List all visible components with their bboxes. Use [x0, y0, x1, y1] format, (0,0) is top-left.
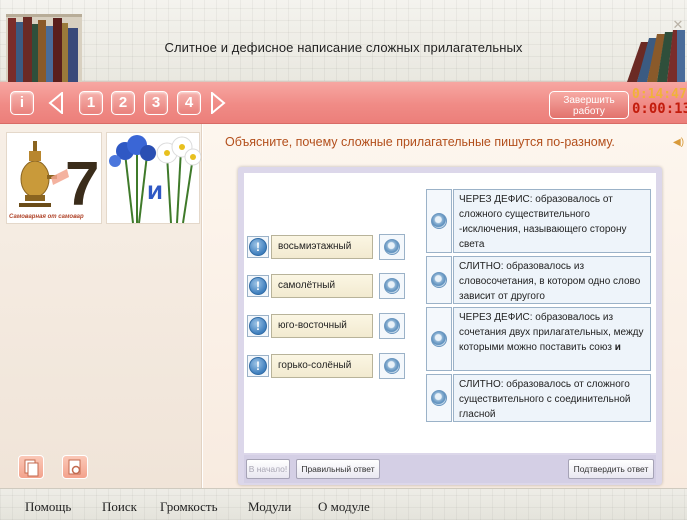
menu-help[interactable]: Помощь	[25, 499, 71, 515]
samovar-thumbnail[interactable]: 7 Самоварная от самовар	[6, 132, 102, 224]
word-connector-dot[interactable]	[384, 358, 400, 374]
flowers-image: и	[109, 135, 202, 224]
close-icon[interactable]: ✕	[671, 18, 685, 32]
finish-label-line2: работу	[573, 106, 605, 117]
menu-modules[interactable]: Модули	[248, 499, 291, 515]
info-button[interactable]: i	[10, 91, 34, 115]
page-button-1[interactable]: 1	[79, 91, 103, 115]
page-label: 1	[86, 94, 96, 111]
menubar: Помощь Поиск Громкость Модули О модуле	[0, 488, 687, 520]
finish-label-line1: Завершить	[563, 95, 615, 106]
page-button-2[interactable]: 2	[111, 91, 135, 115]
menu-search[interactable]: Поиск	[102, 499, 137, 515]
word-card[interactable]: юго-восточный	[271, 314, 373, 338]
definition-card[interactable]: ЧЕРЕЗ ДЕФИС: образовалось из сочетания д…	[453, 307, 651, 371]
documents-icon[interactable]	[18, 455, 44, 479]
prev-arrow-icon[interactable]	[48, 92, 64, 114]
word-card[interactable]: самолётный	[271, 274, 373, 298]
definition-connector-dot[interactable]	[431, 272, 447, 288]
next-arrow-icon[interactable]	[210, 92, 226, 114]
menu-volume[interactable]: Громкость	[160, 499, 218, 515]
finish-work-button[interactable]: Завершить работу	[549, 91, 629, 119]
word-card[interactable]: восьмиэтажный	[271, 235, 373, 259]
page-button-3[interactable]: 3	[144, 91, 168, 115]
exclamation-icon[interactable]: !	[249, 317, 267, 335]
definition-card[interactable]: ЧЕРЕЗ ДЕФИС: образовалось от сложного су…	[453, 189, 651, 253]
digit-seven: 7	[65, 150, 99, 213]
page-title: Слитное и дефисное написание сложных при…	[164, 40, 523, 55]
page-label: 3	[151, 94, 161, 111]
left-panel: 7 Самоварная от самовар и	[0, 124, 202, 488]
restart-button[interactable]: В начало!	[246, 459, 290, 479]
word-connector-dot[interactable]	[384, 278, 400, 294]
timer: 0:14:47 0:00:13	[632, 87, 687, 117]
exclamation-icon[interactable]: !	[249, 357, 267, 375]
timer-elapsed: 0:00:13	[632, 101, 687, 117]
action-bar: В начало! Правильный ответ Подтвердить о…	[244, 455, 656, 483]
letter-i: и	[147, 175, 163, 205]
cornflower-thumbnail[interactable]: и	[106, 132, 202, 224]
app-header: Слитное и дефисное написание сложных при…	[0, 0, 687, 82]
definition-connector-dot[interactable]	[431, 213, 447, 229]
page-label: 2	[118, 94, 128, 111]
confirm-answer-button[interactable]: Подтвердить ответ	[568, 459, 654, 479]
word-connector-dot[interactable]	[384, 239, 400, 255]
page-label: 4	[184, 94, 194, 111]
task-instruction: Объясните, почему сложные прилагательные…	[225, 135, 615, 149]
definition-connector-dot[interactable]	[431, 390, 447, 406]
timer-total: 0:14:47	[632, 87, 687, 102]
exclamation-icon[interactable]: !	[249, 277, 267, 295]
speaker-icon[interactable]: ◀)	[673, 137, 684, 148]
samovar-image: 7	[19, 141, 99, 219]
page-button-4[interactable]: 4	[177, 91, 201, 115]
definition-card[interactable]: СЛИТНО: образовалось из словосочетания, …	[453, 256, 651, 304]
menu-about-module[interactable]: О модуле	[318, 499, 370, 515]
samovar-caption: Самоварная от самовар	[9, 214, 84, 220]
exclamation-icon[interactable]: !	[249, 238, 267, 256]
word-connector-dot[interactable]	[384, 318, 400, 334]
definition-card[interactable]: СЛИТНО: образовалось от сложного существ…	[453, 374, 651, 422]
definition-connector-dot[interactable]	[431, 331, 447, 347]
definition-emphasis: и	[614, 342, 621, 353]
correct-answer-button[interactable]: Правильный ответ	[296, 459, 380, 479]
info-label: i	[19, 94, 25, 111]
word-card[interactable]: горько-солёный	[271, 354, 373, 378]
document-search-icon[interactable]	[62, 455, 88, 479]
